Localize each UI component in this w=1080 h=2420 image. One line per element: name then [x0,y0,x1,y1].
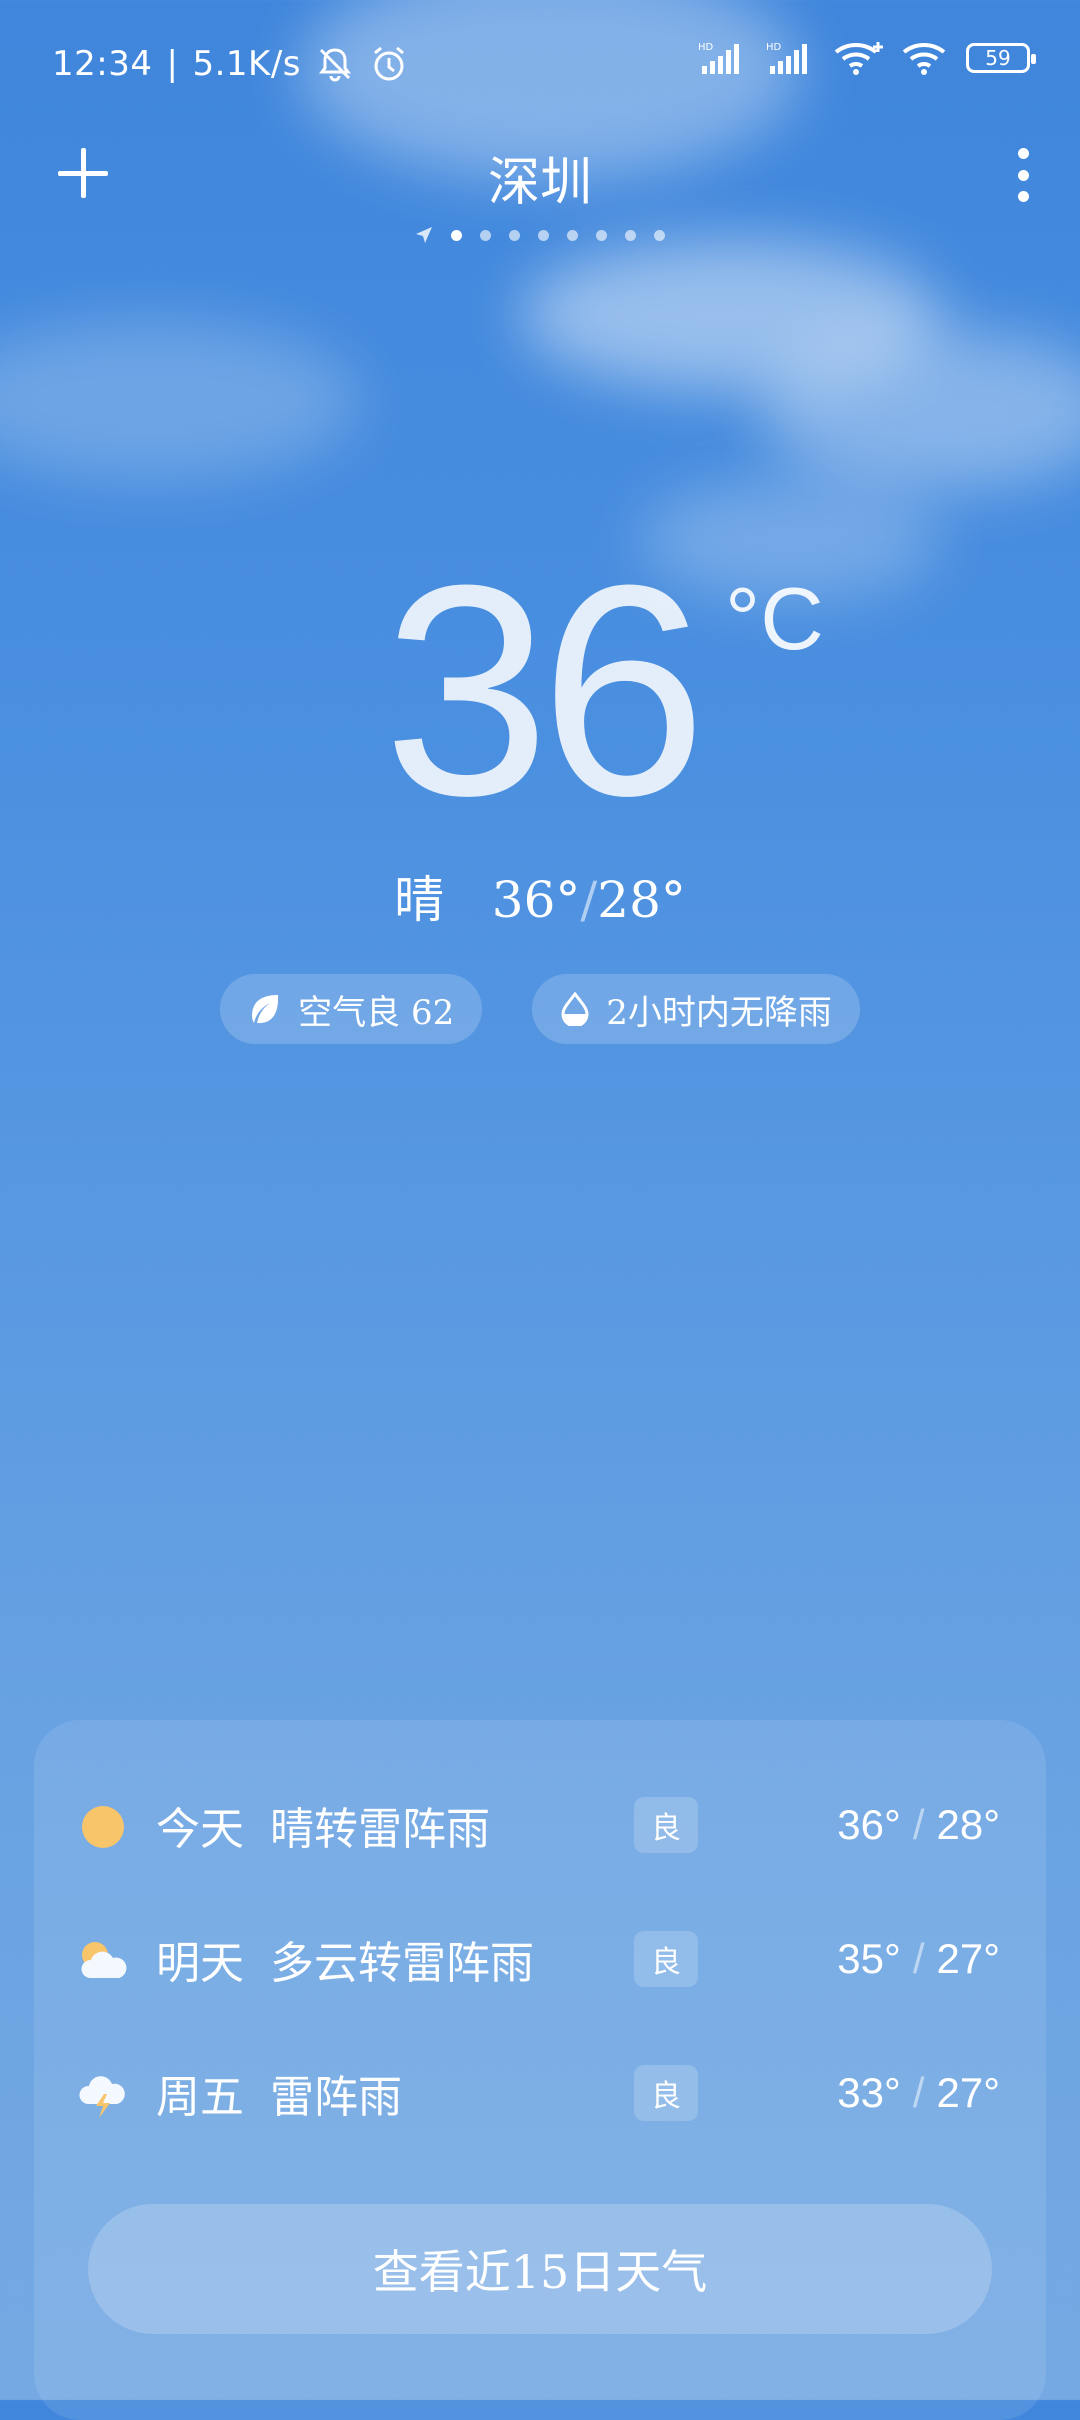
range-separator: / [912,2069,925,2116]
forecast-row-today[interactable]: 今天 晴转雷阵雨 良 36°/28° [34,1780,1046,1870]
alarm-icon [374,46,404,81]
range-separator: / [912,1801,925,1848]
page-dot [509,229,520,241]
condition-text: 晴 [394,871,445,929]
more-dot [1017,148,1029,159]
page-dot [567,229,578,241]
forecast-desc: 晴转雷阵雨 [270,1804,490,1855]
battery-icon: 59 [966,43,1036,73]
current-temperature-block: 36 °C [0,540,1080,840]
page-dot [625,229,636,241]
forecast-day: 今天 [156,1804,244,1855]
range-separator: / [912,1935,925,1982]
forecast-aq-badge: 良 [634,1931,698,1987]
leaf-icon [252,995,279,1024]
forecast-low: 27° [936,1935,1000,1982]
svg-text:HD: HD [766,42,782,53]
view-15-day-forecast-button[interactable]: 查看近15日天气 [88,2204,992,2334]
forecast-day: 周五 [156,2072,244,2123]
hd-signal-icon: HD [766,42,807,74]
forecast-card: 今天 晴转雷阵雨 良 36°/28° 明天 多云转雷阵雨 良 35°/27° 周… [34,1720,1046,2420]
page-dot [654,229,665,241]
more-dot [1017,191,1029,202]
forecast-desc: 多云转雷阵雨 [270,1938,534,1989]
water-drop-icon [561,992,589,1026]
range-separator: / [580,871,598,929]
status-left: 12:34 | 5.1K/s [52,44,409,84]
thunderstorm-icon [79,2076,125,2118]
current-condition: 晴 36°/28° [0,860,1080,932]
current-temperature: 36 [383,522,707,858]
more-menu-button[interactable] [1016,148,1030,202]
network-speed: 5.1K/s [192,44,301,84]
status-right: HD HD 59 [698,40,1036,76]
forecast-range: 35°/27° [837,1935,1000,1983]
rain-text: 2小时内无降雨 [606,992,832,1033]
mute-bell-icon [319,48,351,82]
forecast-high: 33° [837,2069,901,2116]
clock: 12:34 [52,44,153,84]
page-dot [538,229,549,241]
more-dot [1017,169,1029,181]
page-indicator[interactable] [0,226,1080,244]
forecast-row-friday[interactable]: 周五 雷阵雨 良 33°/27° [34,2048,1046,2138]
today-high: 36° [491,871,581,929]
city-name: 深圳 [487,153,592,213]
page-dot [596,229,607,241]
header: 深圳 [0,130,1080,250]
air-quality-chip[interactable]: 空气良 62 [220,974,483,1044]
today-low: 28° [597,871,686,929]
location-arrow-icon [416,227,432,243]
info-chips: 空气良 62 2小时内无降雨 [0,974,1080,1044]
status-divider: | [166,44,179,84]
forecast-range: 36°/28° [837,1801,1000,1849]
forecast-high: 36° [837,1801,901,1848]
rain-chip[interactable]: 2小时内无降雨 [532,974,860,1044]
forecast-aq-badge: 良 [634,1797,698,1853]
forecast-row-tomorrow[interactable]: 明天 多云转雷阵雨 良 35°/27° [34,1914,1046,2004]
page-dot [480,229,491,241]
forecast-low: 27° [936,2069,1000,2116]
status-bar: 12:34 | 5.1K/s HD HD 59 [0,0,1080,120]
forecast-day: 明天 [156,1938,244,1989]
partly-cloudy-icon [81,1942,127,1978]
air-quality-text: 空气良 62 [298,992,455,1033]
forecast-low: 28° [936,1801,1000,1848]
forecast-desc: 雷阵雨 [270,2072,402,2123]
battery-level: 59 [985,46,1011,70]
forecast-high: 35° [837,1935,901,1982]
temperature-unit: °C [725,569,824,668]
page-dot [451,229,462,241]
forecast-range: 33°/27° [837,2069,1000,2117]
wifi-icon [902,42,946,75]
svg-text:HD: HD [698,42,714,53]
hd-signal-icon: HD [698,42,739,74]
sun-icon [82,1806,124,1848]
forecast-aq-badge: 良 [634,2065,698,2121]
wifi-plus-icon [834,42,883,75]
